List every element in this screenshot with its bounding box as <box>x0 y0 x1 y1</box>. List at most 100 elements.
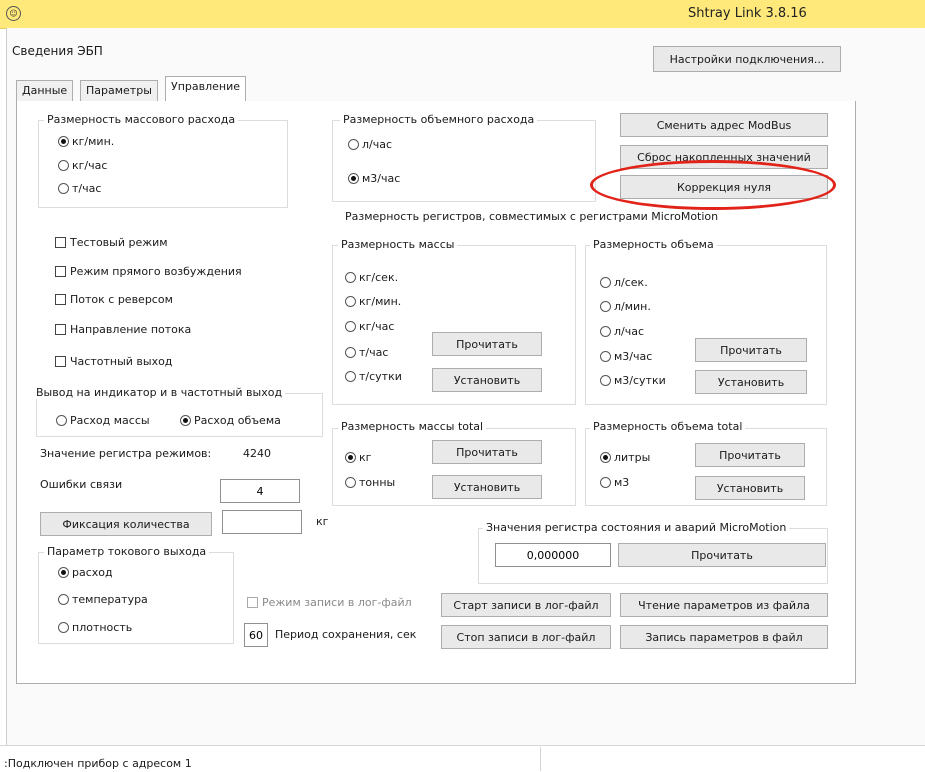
reset-accumulated-button[interactable]: Сброс накопленных значений <box>620 145 828 169</box>
radio-circle <box>345 296 356 307</box>
radio-circle <box>56 415 67 426</box>
indicator-output-title: Вывод на индикатор и в частотный выход <box>33 386 286 399</box>
radio-circle <box>58 622 69 633</box>
quantity-fix-field[interactable] <box>222 510 302 534</box>
status-message: :Подключен прибор с адресом 1 <box>4 757 192 770</box>
change-modbus-address-button[interactable]: Сменить адрес ModBus <box>620 113 828 137</box>
radio-circle <box>600 375 611 386</box>
checkbox-box <box>55 294 66 305</box>
volume-total-set-button[interactable]: Установить <box>695 476 805 500</box>
volume-units-set-button[interactable]: Установить <box>695 370 807 394</box>
radio-mass-t-day[interactable]: т/сутки <box>345 370 402 383</box>
mass-units-read-button[interactable]: Прочитать <box>432 332 542 356</box>
radio-circle <box>58 567 69 578</box>
checkbox-log-mode[interactable]: Режим записи в лог-файл <box>247 596 412 609</box>
comm-errors-label: Ошибки связи <box>40 478 123 491</box>
radio-circle <box>600 326 611 337</box>
tab-parameters[interactable]: Параметры <box>80 80 158 101</box>
radio-volume-total-m3[interactable]: м3 <box>600 476 629 489</box>
radio-mass-kg-min[interactable]: кг/мин. <box>345 295 401 308</box>
window-title: Shtray Link 3.8.16 <box>688 6 807 21</box>
radio-circle <box>345 477 356 488</box>
radio-circle <box>600 277 611 288</box>
radio-output-volume-flow[interactable]: Расход объема <box>180 414 281 427</box>
radio-circle <box>180 415 191 426</box>
mass-units-set-button[interactable]: Установить <box>432 368 542 392</box>
connection-settings-button[interactable]: Настройки подключения... <box>653 46 841 72</box>
volume-flow-units-group <box>332 120 596 202</box>
radio-mass-flow-kg-h[interactable]: кг/час <box>58 159 107 172</box>
radio-volume-total-liters[interactable]: литры <box>600 451 650 464</box>
radio-mass-t-h[interactable]: т/час <box>345 346 388 359</box>
quantity-fix-button[interactable]: Фиксация количества <box>40 512 212 536</box>
log-period-field[interactable] <box>244 623 268 647</box>
status-register-read-button[interactable]: Прочитать <box>618 543 826 567</box>
status-bar-separator <box>540 747 541 771</box>
read-params-from-file-button[interactable]: Чтение параметров из файла <box>620 593 828 617</box>
mass-total-read-button[interactable]: Прочитать <box>432 440 542 464</box>
mass-total-set-button[interactable]: Установить <box>432 475 542 499</box>
status-register-title: Значения регистра состояния и аварий Mic… <box>483 521 790 534</box>
checkbox-box <box>55 266 66 277</box>
radio-mass-kg-h[interactable]: кг/час <box>345 320 394 333</box>
checkbox-test-mode[interactable]: Тестовый режим <box>55 236 168 249</box>
volume-units-title: Размерность объема <box>590 238 717 251</box>
mass-units-title: Размерность массы <box>338 238 458 251</box>
radio-current-flow[interactable]: расход <box>58 566 113 579</box>
radio-volume-l-s[interactable]: л/сек. <box>600 276 648 289</box>
radio-circle <box>345 371 356 382</box>
radio-volume-l-min[interactable]: л/мин. <box>600 300 651 313</box>
radio-circle <box>345 347 356 358</box>
radio-circle <box>345 321 356 332</box>
mode-register-label: Значение регистра режимов: <box>40 447 212 460</box>
volume-units-read-button[interactable]: Прочитать <box>695 338 807 362</box>
mode-register-value: 4240 <box>243 447 271 460</box>
volume-total-read-button[interactable]: Прочитать <box>695 443 805 467</box>
log-period-label: Период сохранения, сек <box>275 628 417 641</box>
start-log-button[interactable]: Старт записи в лог-файл <box>441 593 611 617</box>
comm-errors-field[interactable] <box>220 479 300 503</box>
radio-current-temperature[interactable]: температура <box>58 593 148 606</box>
radio-circle <box>348 139 359 150</box>
tab-control[interactable]: Управление <box>165 76 247 102</box>
radio-circle <box>58 183 69 194</box>
radio-current-density[interactable]: плотность <box>58 621 132 634</box>
radio-mass-flow-kg-min[interactable]: кг/мин. <box>58 135 114 148</box>
micromotion-registers-heading: Размерность регистров, совместимых с рег… <box>345 210 719 223</box>
checkbox-reverse-flow[interactable]: Поток с реверсом <box>55 293 173 306</box>
checkbox-flow-direction[interactable]: Направление потока <box>55 323 191 336</box>
radio-circle <box>345 452 356 463</box>
radio-mass-flow-t-h[interactable]: т/час <box>58 182 101 195</box>
radio-volume-l-h[interactable]: л/час <box>600 325 644 338</box>
checkbox-box <box>55 356 66 367</box>
checkbox-box <box>247 597 258 608</box>
mass-flow-units-title: Размерность массового расхода <box>44 113 239 126</box>
radio-mass-kg-s[interactable]: кг/сек. <box>345 271 398 284</box>
radio-volume-flow-m3-h[interactable]: м3/час <box>348 172 400 185</box>
current-output-title: Параметр токового выхода <box>44 545 210 558</box>
radio-volume-m3-day[interactable]: м3/сутки <box>600 374 666 387</box>
radio-circle <box>345 272 356 283</box>
radio-circle <box>600 477 611 488</box>
checkbox-box <box>55 324 66 335</box>
radio-circle <box>58 594 69 605</box>
stop-log-button[interactable]: Стоп записи в лог-файл <box>441 625 611 649</box>
checkbox-frequency-output[interactable]: Частотный выход <box>55 355 172 368</box>
radio-circle <box>600 301 611 312</box>
quantity-unit-label: кг <box>316 515 329 528</box>
radio-volume-flow-l-h[interactable]: л/час <box>348 138 392 151</box>
status-register-value-field[interactable] <box>495 543 611 567</box>
write-params-to-file-button[interactable]: Запись параметров в файл <box>620 625 828 649</box>
radio-output-mass-flow[interactable]: Расход массы <box>56 414 150 427</box>
checkbox-direct-excitation[interactable]: Режим прямого возбуждения <box>55 265 242 278</box>
radio-mass-total-kg[interactable]: кг <box>345 451 371 464</box>
radio-mass-total-tonnes[interactable]: тонны <box>345 476 395 489</box>
radio-circle <box>600 351 611 362</box>
app-icon: ☺ <box>6 6 21 21</box>
tab-data[interactable]: Данные <box>16 80 74 101</box>
radio-volume-m3-h[interactable]: м3/час <box>600 350 652 363</box>
zero-correction-button[interactable]: Коррекция нуля <box>620 175 828 199</box>
mass-total-units-title: Размерность массы total <box>338 420 487 433</box>
radio-circle <box>58 136 69 147</box>
volume-flow-units-title: Размерность объемного расхода <box>340 113 538 126</box>
